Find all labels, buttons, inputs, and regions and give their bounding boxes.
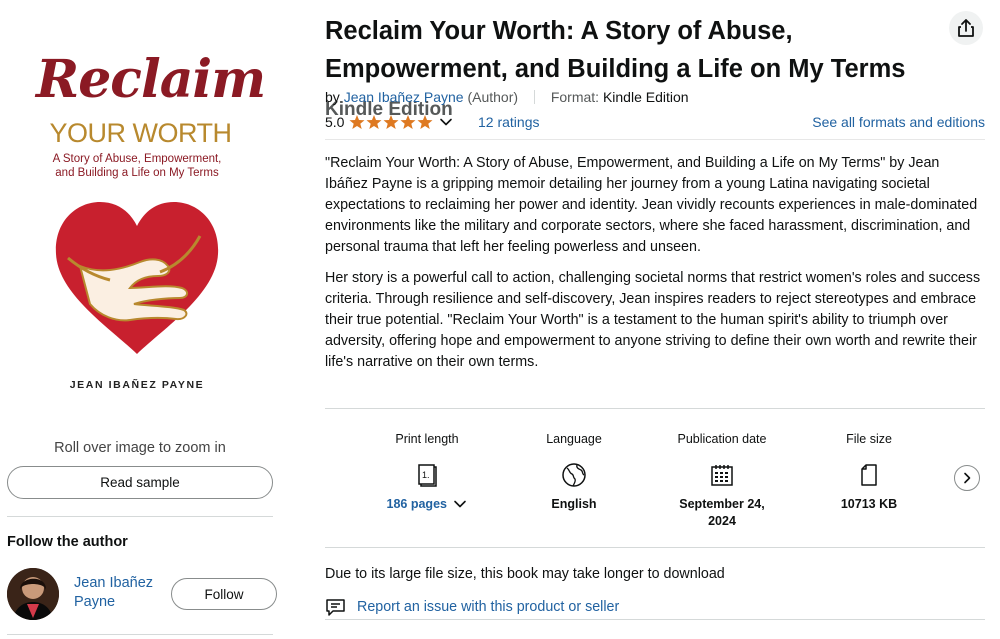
globe-icon xyxy=(509,458,639,492)
byline: by Jean Ibañez Payne (Author) Format: Ki… xyxy=(325,89,689,105)
author-role: (Author) xyxy=(467,89,519,105)
cover-title-caps: YOUR WORTH xyxy=(49,118,233,148)
share-arrow-icon xyxy=(958,19,974,37)
star-icon xyxy=(383,115,399,129)
divider xyxy=(325,547,985,548)
by-prefix: by xyxy=(325,89,340,105)
chevron-right-icon xyxy=(964,472,971,484)
rating-row: 5.0 12 ratings See all formats and editi… xyxy=(325,112,985,134)
print-length-value: 186 pages xyxy=(386,497,447,511)
detail-label: Publication date xyxy=(677,432,767,446)
language-value: English xyxy=(551,497,597,511)
heart-hands-icon xyxy=(55,202,219,354)
report-issue-text: Report an issue with this product or sel… xyxy=(357,599,620,615)
byline-separator xyxy=(533,90,535,104)
format-value: Kindle Edition xyxy=(602,89,689,105)
star-icon xyxy=(366,115,382,129)
product-title-text: Reclaim Your Worth: A Story of Abuse, Em… xyxy=(325,17,906,83)
detail-label: Language xyxy=(546,432,602,446)
read-sample-button[interactable]: Read sample xyxy=(7,466,273,499)
author-link[interactable]: Jean Ibañez Payne xyxy=(344,89,464,105)
svg-text:1.: 1. xyxy=(422,470,430,480)
print-length-dropdown[interactable]: 186 pages xyxy=(362,496,492,513)
star-icon xyxy=(417,115,433,129)
publication-date-line1: September 24, xyxy=(679,497,765,511)
carousel-next-button[interactable] xyxy=(954,465,980,491)
description-paragraph: "Reclaim Your Worth: A Story of Abuse, E… xyxy=(325,155,978,255)
book-pages-icon: 1. xyxy=(362,458,492,492)
detail-publication-date: Publication date September 24, 2024 xyxy=(657,432,787,530)
rating-value: 5.0 xyxy=(325,114,345,130)
ratings-count-link[interactable]: 12 ratings xyxy=(478,114,539,130)
detail-label: File size xyxy=(846,432,892,446)
cover-author: JEAN IBAÑEZ PAYNE xyxy=(69,379,205,391)
all-formats-link[interactable]: See all formats and editions xyxy=(812,114,985,130)
follow-author-heading: Follow the author xyxy=(7,534,128,550)
divider xyxy=(325,139,985,140)
cover-title-script: Reclaim xyxy=(36,49,266,110)
chevron-down-icon xyxy=(454,500,467,508)
report-issue-link[interactable]: Report an issue with this product or sel… xyxy=(325,596,619,618)
divider xyxy=(7,516,273,517)
detail-label: Print length xyxy=(395,432,459,446)
book-cover-image[interactable]: Reclaim YOUR WORTH A Story of Abuse, Emp… xyxy=(28,48,266,408)
publication-date-line2: 2024 xyxy=(708,514,736,528)
file-icon xyxy=(804,458,934,492)
author-avatar[interactable] xyxy=(7,568,59,620)
cover-subtitle-line2: and Building a Life on My Terms xyxy=(55,167,219,179)
star-rating[interactable] xyxy=(349,114,433,130)
calendar-icon xyxy=(657,458,787,492)
divider xyxy=(7,634,273,635)
author-photo xyxy=(7,568,59,620)
cover-subtitle: A Story of Abuse, Empowerment, and Build… xyxy=(28,152,246,180)
publication-date-value: September 24, 2024 xyxy=(657,496,787,530)
detail-file-size: File size 10713 KB xyxy=(804,432,934,513)
star-icon xyxy=(349,115,365,129)
divider xyxy=(325,619,985,620)
chevron-down-icon[interactable] xyxy=(439,115,453,129)
zoom-hint: Roll over image to zoom in xyxy=(54,440,226,456)
large-file-notice: Due to its large file size, this book ma… xyxy=(325,566,725,582)
detail-print-length: Print length 1. 186 pages xyxy=(362,432,492,513)
description-paragraph: Her story is a powerful call to action, … xyxy=(325,270,981,370)
file-size-value: 10713 KB xyxy=(840,497,898,511)
product-description: "Reclaim Your Worth: A Story of Abuse, E… xyxy=(325,153,983,383)
report-comment-icon xyxy=(326,598,345,616)
divider xyxy=(325,408,985,409)
detail-language: Language English xyxy=(509,432,639,513)
follow-button[interactable]: Follow xyxy=(171,578,277,610)
product-details-carousel: Print length 1. 186 pages Language Engli… xyxy=(325,420,985,540)
share-icon[interactable] xyxy=(949,11,983,45)
author-name-link[interactable]: Jean Ibañez Payne xyxy=(74,574,169,612)
star-icon xyxy=(400,115,416,129)
cover-subtitle-line1: A Story of Abuse, Empowerment, xyxy=(52,153,222,165)
format-label: Format: xyxy=(550,89,600,105)
left-column: Reclaim YOUR WORTH A Story of Abuse, Emp… xyxy=(0,0,285,639)
